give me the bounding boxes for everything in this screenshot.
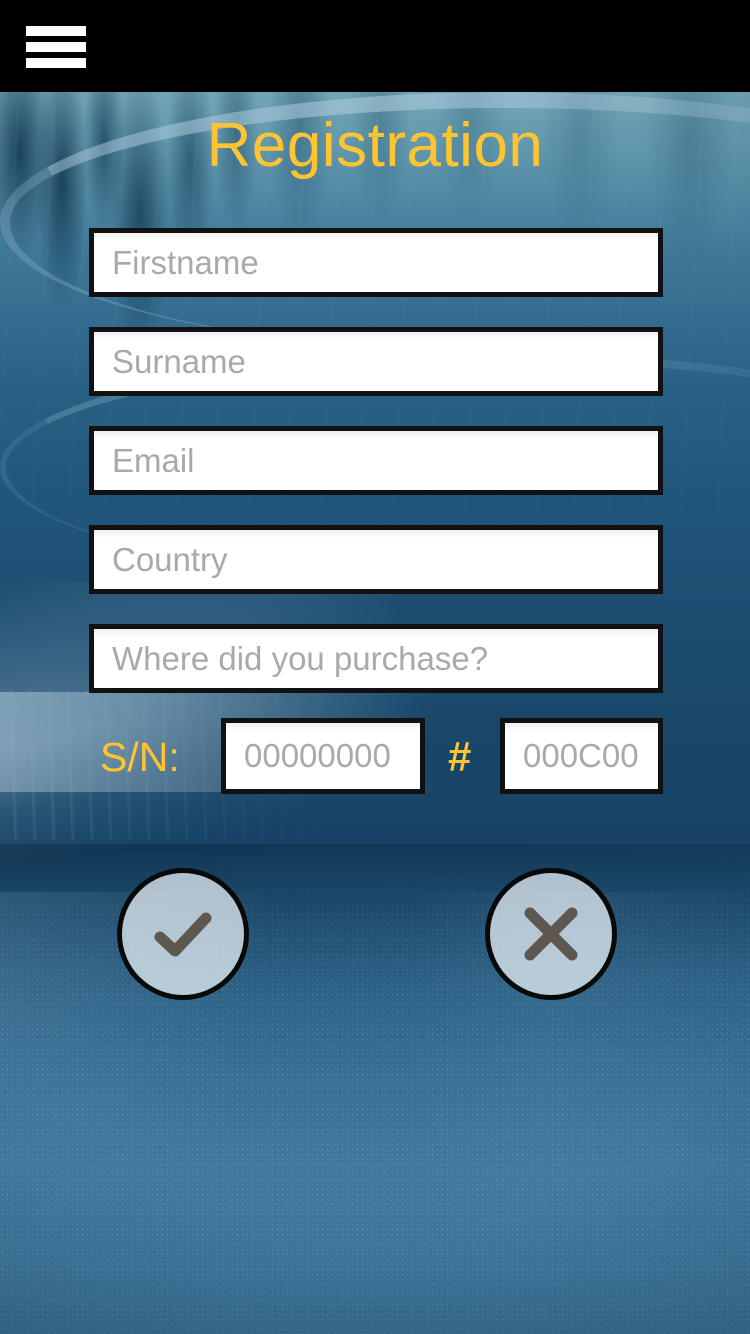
registration-form: Firstname Surname Email Country Where di… [89, 228, 663, 723]
firstname-field[interactable]: Firstname [89, 228, 663, 297]
serial-number-label: S/N: [100, 734, 180, 780]
serial-code-field[interactable]: 000C00 [500, 718, 663, 794]
close-icon [524, 907, 578, 961]
hamburger-menu-icon[interactable] [26, 26, 86, 68]
hamburger-bar-top [26, 26, 86, 36]
email-field[interactable]: Email [89, 426, 663, 495]
surname-placeholder: Surname [112, 343, 246, 380]
purchase-location-field[interactable]: Where did you purchase? [89, 624, 663, 693]
page-title: Registration [206, 111, 544, 180]
cancel-button[interactable] [485, 868, 617, 1000]
surname-field[interactable]: Surname [89, 327, 663, 396]
serial-number-field[interactable]: 00000000 [221, 718, 425, 794]
serial-number-placeholder: 00000000 [244, 737, 391, 774]
hamburger-bar-bottom [26, 58, 86, 68]
serial-separator-hash: # [448, 733, 472, 780]
hamburger-bar-middle [26, 42, 86, 52]
confirm-button[interactable] [117, 868, 249, 1000]
serial-number-row: S/N: 00000000 # 000C00 [89, 718, 663, 794]
action-buttons [0, 868, 750, 1008]
purchase-location-placeholder: Where did you purchase? [112, 640, 489, 677]
email-placeholder: Email [112, 442, 195, 479]
country-field[interactable]: Country [89, 525, 663, 594]
app-bar [0, 0, 750, 92]
serial-code-placeholder: 000C00 [523, 737, 639, 774]
check-icon [154, 912, 212, 957]
country-placeholder: Country [112, 541, 228, 578]
registration-screen: Registration Firstname Surname Email Cou… [0, 0, 750, 1334]
firstname-placeholder: Firstname [112, 244, 259, 281]
